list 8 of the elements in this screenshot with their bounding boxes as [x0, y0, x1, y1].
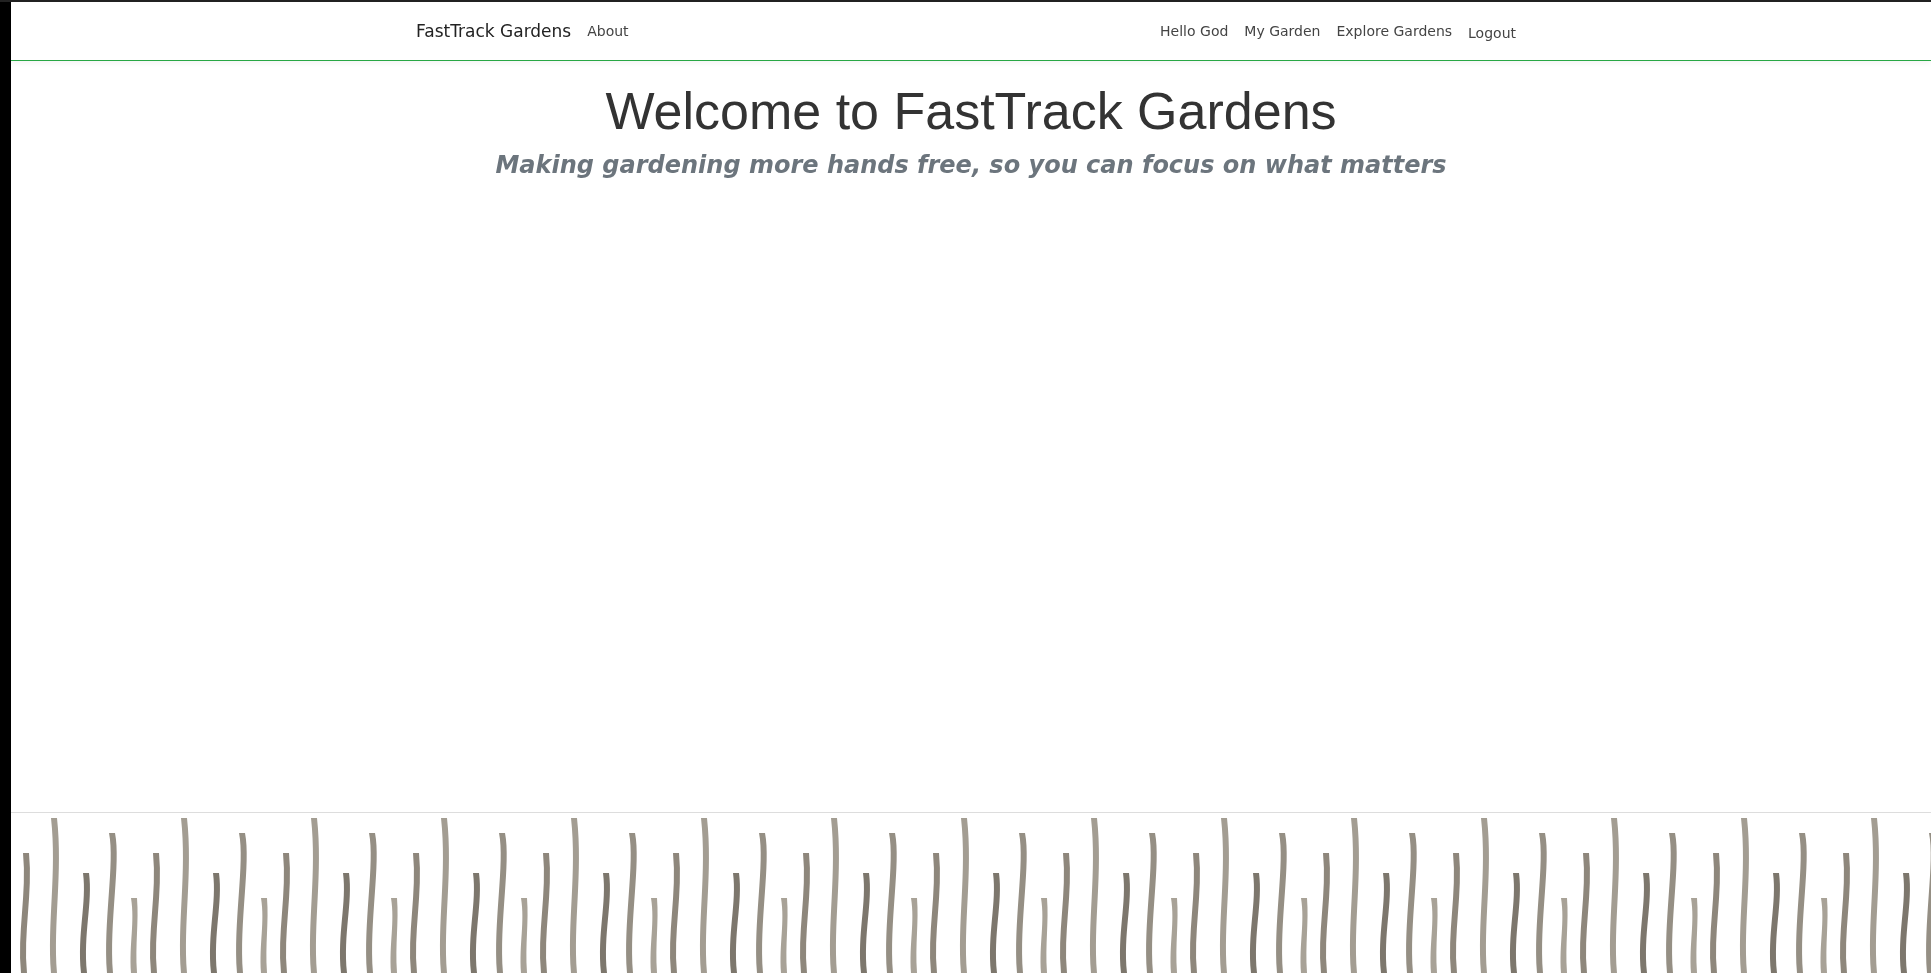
logout-link[interactable]: Logout [1468, 24, 1516, 41]
brand-link[interactable]: FastTrack Gardens [416, 21, 572, 41]
nav-link[interactable]: My Garden [1244, 23, 1321, 39]
page-title: Welcome to FastTrack Gardens [604, 81, 1338, 141]
nav-link[interactable]: Explore Gardens [1336, 23, 1453, 39]
nav-link[interactable]: About [587, 23, 629, 39]
tagline: Making gardening more hands free, so you can focus on what matters [494, 151, 1448, 179]
greeting-text: Hello God [1160, 23, 1229, 39]
